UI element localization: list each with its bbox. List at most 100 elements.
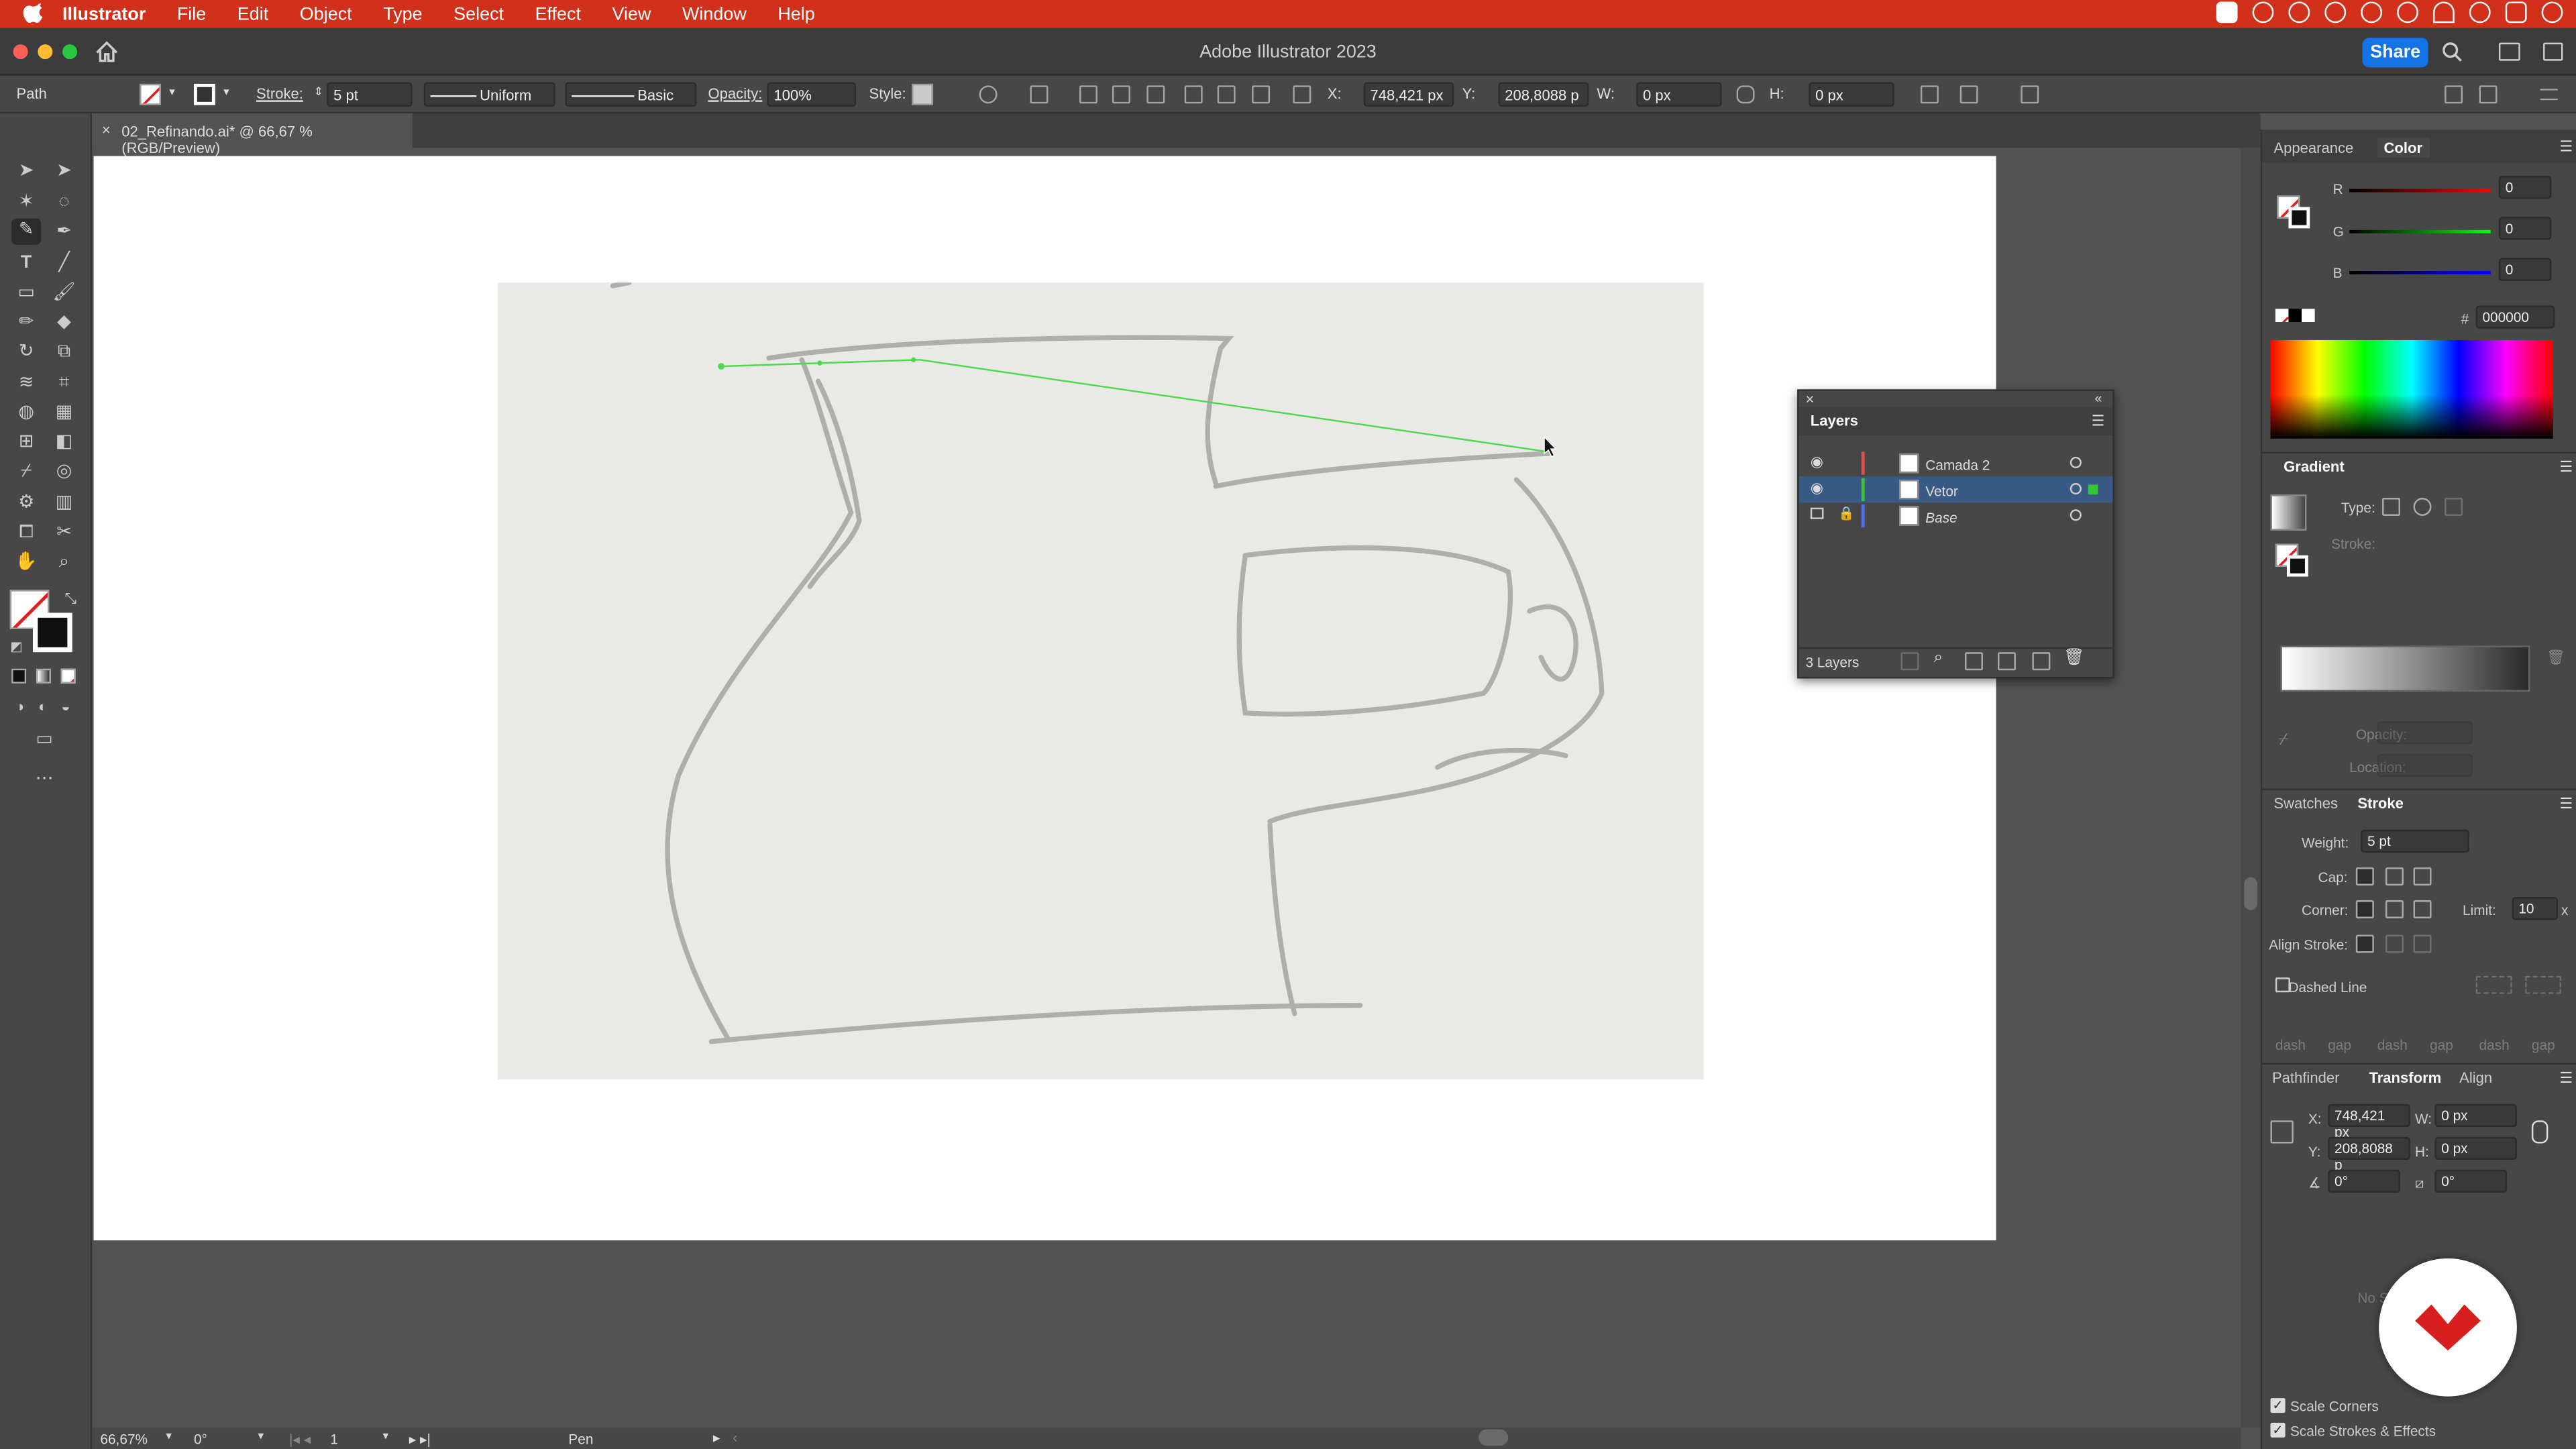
b-slider[interactable]	[2349, 271, 2491, 274]
template-icon[interactable]	[1810, 507, 1824, 519]
appearance-tab[interactable]: Appearance	[2273, 140, 2353, 156]
freeform-gradient-icon[interactable]	[2445, 498, 2463, 516]
trash-icon[interactable]: 🗑	[2546, 649, 2565, 667]
reference-point-icon[interactable]	[2270, 1120, 2294, 1144]
align-outside-stroke-icon[interactable]	[2413, 934, 2432, 953]
b-field[interactable]: 0	[2498, 258, 2552, 281]
none-color-chip[interactable]	[2275, 309, 2289, 323]
dash-1-label: dash	[2275, 1036, 2306, 1053]
visibility-eye-icon[interactable]: ◉	[1811, 480, 1823, 498]
gradient-opacity-field[interactable]	[2377, 721, 2473, 745]
clipping-mask-icon[interactable]	[1965, 652, 1983, 671]
target-icon[interactable]	[2070, 483, 2082, 495]
hex-field[interactable]: 000000	[2475, 305, 2555, 329]
miter-join-icon[interactable]	[2355, 900, 2374, 918]
x-field[interactable]: 748,421 px	[2328, 1104, 2410, 1140]
layer-row-camada-2[interactable]: ◉ Camada 2	[1799, 450, 2113, 476]
chevron-down-icon[interactable]: ▾	[166, 1430, 172, 1442]
new-layer-icon[interactable]	[2032, 652, 2051, 671]
gradient-slider[interactable]	[2280, 645, 2530, 692]
layer-name[interactable]: Base	[1925, 509, 1957, 525]
new-sublayer-icon[interactable]	[1997, 652, 2016, 671]
swatches-tab[interactable]: Swatches	[2273, 795, 2338, 811]
w-field[interactable]: 0 px	[2434, 1104, 2517, 1128]
radial-gradient-icon[interactable]	[2413, 498, 2432, 516]
constrain-link-icon[interactable]	[2531, 1120, 2548, 1144]
stroke-tab[interactable]: Stroke	[2357, 795, 2404, 811]
black-color-chip[interactable]	[2288, 309, 2302, 323]
lock-icon[interactable]: 🔒	[1838, 506, 1854, 521]
search-icon[interactable]: ⌕	[1933, 649, 1943, 667]
shear-field[interactable]: 0°	[2434, 1169, 2508, 1193]
transform-tab[interactable]: Transform	[2369, 1069, 2441, 1085]
collect-export-icon[interactable]	[1900, 652, 1919, 671]
layer-row-base[interactable]: 🔒 Base	[1799, 502, 2113, 529]
linear-gradient-icon[interactable]	[2382, 498, 2400, 516]
vertical-scrollbar[interactable]	[2241, 148, 2261, 1428]
layers-tab[interactable]: Layers	[1811, 413, 1858, 429]
gradient-location-field[interactable]	[2377, 754, 2473, 777]
first-artboard-icon[interactable]: |◂ ◂	[289, 1431, 311, 1449]
close-panel-icon[interactable]: ×	[1805, 391, 1814, 407]
zoom-value[interactable]: 66,67%	[100, 1431, 148, 1447]
round-cap-icon[interactable]	[2385, 867, 2404, 886]
weight-field[interactable]: 5 pt	[2361, 829, 2469, 853]
scale-strokes-label[interactable]: Scale Strokes & Effects	[2290, 1423, 2436, 1439]
align-inside-stroke-icon[interactable]	[2385, 934, 2404, 953]
layer-name[interactable]: Vetor	[1925, 483, 1958, 499]
round-join-icon[interactable]	[2385, 900, 2404, 918]
panel-menu-icon[interactable]: ☰	[2092, 413, 2105, 431]
limit-field[interactable]: 10	[2512, 897, 2559, 920]
h-field[interactable]: 0 px	[2434, 1136, 2517, 1160]
panel-menu-icon[interactable]: ☰	[2560, 138, 2573, 156]
visibility-eye-icon[interactable]: ◉	[1811, 453, 1823, 472]
dash-align-icon[interactable]	[2525, 975, 2561, 994]
scale-strokes-checkbox[interactable]: ✓	[2270, 1422, 2286, 1438]
color-spectrum[interactable]	[2270, 339, 2553, 439]
scale-corners-checkbox[interactable]: ✓	[2270, 1398, 2286, 1413]
pathfinder-tab[interactable]: Pathfinder	[2272, 1069, 2339, 1085]
target-icon[interactable]	[2070, 509, 2082, 521]
white-color-chip[interactable]	[2302, 309, 2315, 323]
panel-menu-icon[interactable]: ☰	[2560, 795, 2573, 813]
gradient-tab[interactable]: Gradient	[2284, 458, 2345, 474]
g-value: 0	[2505, 220, 2514, 237]
horizontal-scroll-thumb[interactable]	[1479, 1429, 1509, 1446]
r-field[interactable]: 0	[2498, 176, 2552, 199]
projecting-cap-icon[interactable]	[2413, 867, 2432, 886]
next-artboard-icon[interactable]: ▸ ▸|	[409, 1431, 431, 1449]
dash-gap-fields[interactable]: dash gap dash gap dash gap	[2269, 1007, 2575, 1056]
r-slider[interactable]	[2349, 189, 2491, 193]
dashed-line-label[interactable]: Dashed Line	[2288, 979, 2367, 996]
status-menu-arrow-icon[interactable]: ▸	[713, 1430, 720, 1448]
selection-indicator[interactable]	[2088, 484, 2098, 495]
panel-menu-icon[interactable]: ☰	[2560, 458, 2573, 476]
gradient-preview[interactable]	[2270, 494, 2307, 531]
trash-icon[interactable]: 🗑	[2063, 649, 2084, 667]
artboard-number[interactable]: 1	[330, 1431, 338, 1447]
align-tab[interactable]: Align	[2459, 1069, 2492, 1085]
dash-preserve-icon[interactable]	[2475, 975, 2512, 994]
stroke-swatch[interactable]	[2288, 207, 2310, 229]
scroll-left-icon[interactable]: ‹	[733, 1430, 737, 1446]
target-icon[interactable]	[2070, 456, 2082, 468]
scroll-thumb[interactable]	[2244, 877, 2257, 910]
panel-menu-icon[interactable]: ☰	[2560, 1069, 2573, 1087]
collapse-panel-icon[interactable]: «	[2094, 391, 2102, 406]
align-center-stroke-icon[interactable]	[2355, 934, 2374, 953]
y-field[interactable]: 208,8088 p	[2328, 1136, 2410, 1173]
butt-cap-icon[interactable]	[2355, 867, 2374, 886]
eyedropper-icon[interactable]: ⌿	[2279, 731, 2289, 749]
g-slider[interactable]	[2349, 229, 2491, 233]
rotate-view-value[interactable]: 0°	[194, 1431, 207, 1447]
g-field[interactable]: 0	[2498, 217, 2552, 240]
layer-row-vetor[interactable]: ◉ Vetor	[1799, 476, 2113, 503]
scale-corners-label[interactable]: Scale Corners	[2290, 1398, 2379, 1414]
bevel-join-icon[interactable]	[2413, 900, 2432, 918]
color-tab[interactable]: Color	[2377, 138, 2429, 158]
stroke-swatch[interactable]	[2287, 555, 2308, 577]
rotate-field[interactable]: 0°	[2328, 1169, 2400, 1193]
chevron-down-icon[interactable]: ▾	[383, 1430, 389, 1442]
layer-name[interactable]: Camada 2	[1925, 457, 1990, 473]
chevron-down-icon[interactable]: ▾	[258, 1430, 264, 1442]
